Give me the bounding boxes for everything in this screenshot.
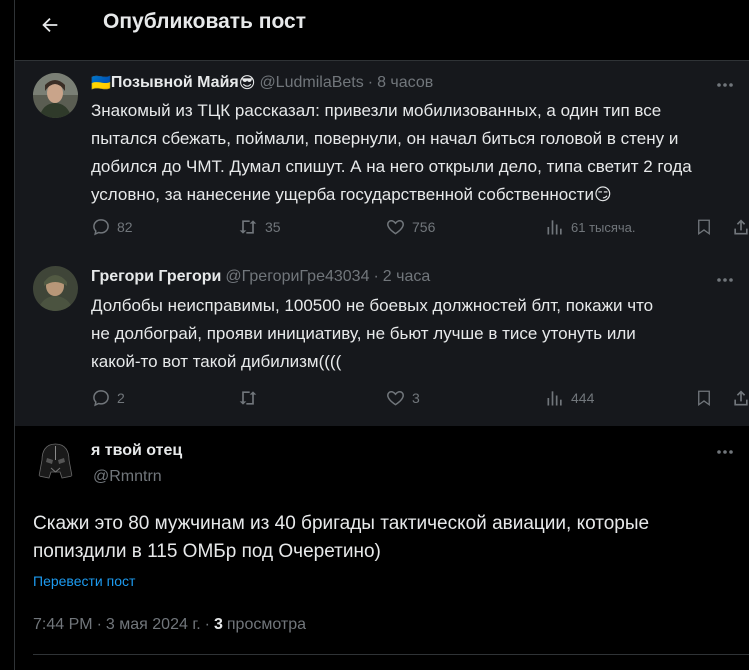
separator-dot: · <box>373 268 379 285</box>
post-text: Знакомый из ТЦК рассказал: привезли моби… <box>91 101 692 204</box>
post-actions: 2 3 444 <box>91 386 748 410</box>
views-label: просмотра <box>226 616 307 633</box>
views-button[interactable]: 444 <box>545 386 594 410</box>
post-date[interactable]: 3 мая 2024 г. <box>106 616 201 634</box>
more-options-button[interactable] <box>712 442 738 462</box>
avatar[interactable] <box>33 266 78 311</box>
parent-post[interactable]: 🇺🇦 Позывной Майя 😎 @LudmilaBets · 8 часо… <box>15 60 749 256</box>
vader-helmet-avatar <box>33 438 78 483</box>
reply-count: 2 <box>117 390 125 406</box>
heart-icon <box>387 219 404 235</box>
author-name[interactable]: Грегори Грегори <box>91 268 221 286</box>
like-button[interactable]: 3 <box>385 386 420 410</box>
sunglasses-emoji: 😎 <box>238 75 256 92</box>
bookmark-icon <box>698 390 710 407</box>
views-count: 61 тысяча. <box>571 219 636 235</box>
post-meta: 7:44 PM · 3 мая 2024 г. · 3 просмотра <box>33 616 306 634</box>
divider <box>33 654 749 655</box>
post-author-row: 🇺🇦 Позывной Майя 😎 @LudmilaBets · 8 часо… <box>91 73 433 93</box>
share-icon <box>734 219 748 235</box>
views-count: 3 <box>213 616 223 633</box>
back-button[interactable] <box>33 8 67 42</box>
post-text: Долбобы неисправимы, 100500 не боевых до… <box>91 296 654 371</box>
post-column: Опубликовать пост 🇺🇦 Позывной Майя 😎 @Lu… <box>14 0 749 670</box>
separator-dot: · <box>96 616 102 633</box>
repost-icon <box>239 220 257 234</box>
main-post: я твой отец @Rmntrn Скажи это 80 мужчина… <box>15 426 749 670</box>
heart-icon <box>387 390 404 406</box>
repost-button[interactable] <box>237 386 265 410</box>
more-options-button[interactable] <box>712 75 738 95</box>
repost-count: 35 <box>265 219 281 235</box>
like-count: 3 <box>412 390 420 406</box>
views-button[interactable]: 61 тысяча. <box>545 215 636 239</box>
author-handle[interactable]: @LudmilaBets <box>259 74 363 92</box>
views-count: 444 <box>571 390 595 406</box>
share-button[interactable] <box>731 386 749 410</box>
post-time[interactable]: 7:44 PM <box>33 616 93 634</box>
bookmark-button[interactable] <box>695 386 713 410</box>
bookmark-icon <box>698 219 710 236</box>
reply-count: 82 <box>117 219 133 235</box>
post-author-row: Грегори Грегори @ГрегориГре43034 · 2 час… <box>91 268 430 286</box>
bookmark-button[interactable] <box>695 215 713 239</box>
share-icon <box>734 390 748 406</box>
more-icon <box>717 450 733 454</box>
repost-icon <box>239 391 257 405</box>
author-name[interactable]: я твой отец <box>91 442 182 460</box>
more-options-button[interactable] <box>712 270 738 290</box>
avatar-photo <box>33 73 78 118</box>
translate-post-link[interactable]: Перевести пост <box>33 573 135 589</box>
author-name[interactable]: Позывной Майя <box>111 74 239 92</box>
share-button[interactable] <box>731 215 749 239</box>
separator-dot: · <box>204 616 210 633</box>
reply-icon <box>93 219 109 236</box>
repost-button[interactable]: 35 <box>237 215 281 239</box>
avatar[interactable] <box>33 73 78 118</box>
like-count: 756 <box>412 219 436 235</box>
separator-dot: · <box>367 74 374 91</box>
reply-button[interactable]: 82 <box>91 215 133 239</box>
post-author-row: я твой отец <box>91 442 182 460</box>
post-handle-row: @Rmntrn <box>91 468 162 486</box>
avatar[interactable] <box>33 438 78 483</box>
chart-bars-icon <box>547 391 562 406</box>
post-actions: 82 35 756 61 тысяча. <box>91 215 748 239</box>
flag-emoji: 🇺🇦 <box>91 75 111 92</box>
post-time[interactable]: 2 часа <box>383 268 430 286</box>
post-time[interactable]: 8 часов <box>377 74 433 92</box>
avatar-photo <box>33 266 78 311</box>
reply-post[interactable]: Грегори Грегори @ГрегориГре43034 · 2 час… <box>15 256 749 426</box>
chart-bars-icon <box>547 220 562 235</box>
author-handle[interactable]: @ГрегориГре43034 <box>225 268 369 286</box>
more-icon <box>717 278 733 282</box>
page-header: Опубликовать пост <box>15 0 749 50</box>
reply-icon <box>93 390 109 407</box>
reply-button[interactable]: 2 <box>91 386 125 410</box>
page-title: Опубликовать пост <box>103 10 306 33</box>
post-text: Скажи это 80 мужчинам из 40 бригады такт… <box>33 513 650 562</box>
arrow-left-icon <box>42 17 58 33</box>
more-icon <box>717 83 733 87</box>
like-button[interactable]: 756 <box>385 215 435 239</box>
author-handle[interactable]: @Rmntrn <box>93 468 162 486</box>
